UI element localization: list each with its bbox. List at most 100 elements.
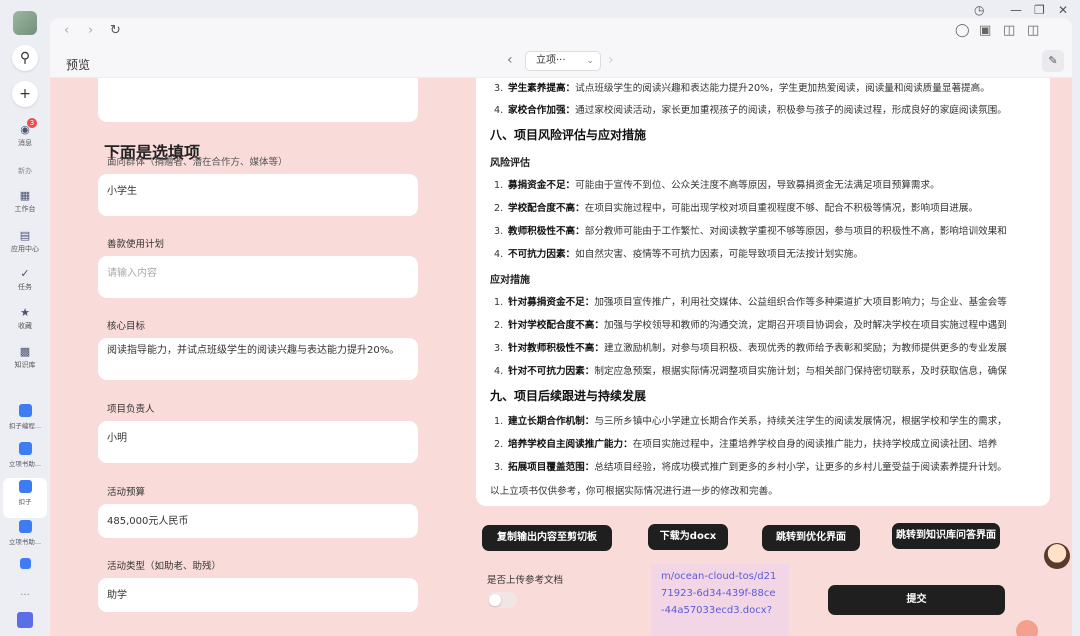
doc-line: 3. 拓展项目覆盖范围：总结项目经验，将成功模式推广到更多的乡村小学，让更多的乡村… <box>494 462 1007 473</box>
submit-button[interactable]: 提交 <box>828 585 1005 615</box>
field-label-type: 活动类型（如助老、助残） <box>107 561 222 572</box>
sidebar-item-workbench[interactable]: ▦ 工作台 <box>0 190 50 214</box>
app-center-icon: ▤ <box>19 229 31 242</box>
history-icon[interactable]: ◷ <box>974 3 984 17</box>
app-sidebar: ⚲ + ◉ 消息 3 新办 ▦ 工作台 ▤ 应用中心 ✓ 任务 ★ 收藏 ▩ 知识库 扣子编… <box>0 0 50 636</box>
prev-page-icon[interactable]: ‹ <box>507 52 513 68</box>
search-icon[interactable]: ⚲ <box>12 45 38 71</box>
restore-icon[interactable]: ❐ <box>1034 3 1045 17</box>
core-goal-input[interactable]: 阅读指导能力，并试点班级学生的阅读兴趣与表达能力提升20%。 <box>98 338 418 380</box>
preview-label: 预览 <box>66 58 91 72</box>
doc-footer: 以上立项书仅供参考，你可根据实际情况进行进一步的修改和完善。 <box>490 486 778 497</box>
message-badge: 3 <box>27 118 37 128</box>
owner-value: 小明 <box>107 433 127 444</box>
page-select[interactable]: 立项··· ⌄ <box>525 51 601 71</box>
page-select-value: 立项··· <box>536 55 566 66</box>
doc-subheading-risk: 风险评估 <box>490 158 530 169</box>
type-value: 助学 <box>107 590 127 601</box>
preview-bar: 预览 ‹ 立项··· ⌄ › ✎ <box>50 46 1072 78</box>
next-page-icon[interactable]: › <box>608 52 614 68</box>
download-docx-button[interactable]: 下载为docx <box>648 524 728 550</box>
edit-icon: ✎ <box>1048 54 1058 67</box>
type-input[interactable]: 助学 <box>98 578 418 612</box>
app-icon <box>18 404 32 417</box>
app-icon <box>18 442 32 455</box>
main-window: ‹ › ↻ ◯ ▣ ◫ ◫ 预览 ‹ 立项··· ⌄ › ✎ 下面是选填项 面向群… <box>50 18 1072 636</box>
back-icon[interactable]: ‹ <box>64 23 69 38</box>
app-icon <box>19 558 31 569</box>
doc-subheading-measures: 应对措施 <box>490 275 530 286</box>
doc-line: 3. 学生素养提高：试点班级学生的阅读兴趣和表达能力提升20%，学生更加热爱阅读，… <box>494 83 990 94</box>
chevron-down-icon: ⌄ <box>586 56 594 66</box>
sidebar-app-5[interactable] <box>0 556 50 572</box>
generated-document: 3. 学生素养提高：试点班级学生的阅读兴趣和表达能力提升20%，学生更加热爱阅读，… <box>476 78 1050 506</box>
window-toolbar: ‹ › ↻ ◯ ▣ ◫ ◫ <box>50 18 1072 46</box>
sidebar-item-knowledge[interactable]: ▩ 知识库 <box>0 346 50 370</box>
owner-input[interactable]: 小明 <box>98 421 418 463</box>
field-label-budget: 活动预算 <box>107 487 146 498</box>
core-goal-value: 阅读指导能力，并试点班级学生的阅读兴趣与表达能力提升20%。 <box>107 345 400 356</box>
goto-optimize-button[interactable]: 跳转到优化界面 <box>762 525 860 551</box>
workbench-icon: ▦ <box>19 189 31 202</box>
goto-knowledge-qa-button[interactable]: 跳转到知识库问答界面 <box>892 523 1000 549</box>
field-label-fund-plan: 善款使用计划 <box>107 239 165 250</box>
doc-heading-9: 九、项目后续跟进与持续发展 <box>490 389 647 403</box>
toggle-knob <box>489 594 501 606</box>
field-label-core-goal: 核心目标 <box>107 321 146 332</box>
forward-icon[interactable]: › <box>88 23 93 38</box>
fund-plan-placeholder: 请输入内容 <box>107 268 157 279</box>
audience-input[interactable]: 小学生 <box>98 174 418 216</box>
edit-button[interactable]: ✎ <box>1042 50 1064 72</box>
upload-reference-toggle[interactable] <box>487 592 517 608</box>
fund-plan-input[interactable]: 请输入内容 <box>98 256 418 298</box>
doc-line: 4. 家校合作加强：通过家校阅读活动，家长更加重视孩子的阅读，积极参与孩子的阅读过… <box>494 105 1007 116</box>
sidebar-app-4[interactable]: 立项书助... <box>0 518 50 558</box>
app-icon <box>18 480 32 493</box>
app-icon <box>17 612 33 628</box>
knowledge-icon: ▩ <box>19 345 31 358</box>
doc-line: 3. 教师积极性不高：部分教师可能由于工作繁忙、对阅读教学重视不够等原因，参与项目… <box>494 226 1007 237</box>
chat-icon[interactable]: ◯ <box>955 23 970 38</box>
doc-line: 1. 针对募捐资金不足：加强项目宣传推广，利用社交媒体、公益组织合作等多种渠道扩大… <box>494 297 1007 308</box>
doc-line: 4. 不可抗力因素：如自然灾害、疫情等不可抗力因素，可能导致项目无法按计划实施。 <box>494 249 863 260</box>
sidebar-item-messages[interactable]: ◉ 消息 <box>0 124 50 148</box>
budget-input[interactable]: 485,000元人民币 <box>98 504 418 538</box>
sidebar-app-3[interactable]: 扣子 <box>3 478 47 518</box>
more-icon[interactable]: ··· <box>0 590 50 601</box>
field-label-audience: 面向群体（捐赠者、潜在合作方、媒体等） <box>107 157 288 168</box>
doc-line: 1. 建立长期合作机制：与三所乡镇中心小学建立长期合作关系，持续关注学生的阅读发展… <box>494 416 1007 427</box>
window-icon[interactable]: ▣ <box>979 23 991 38</box>
sidebar-item-app-center[interactable]: ▤ 应用中心 <box>0 230 50 254</box>
doc-line: 2. 针对学校配合度不高：加强与学校领导和教师的沟通交流，定期召开项目协调会，及时… <box>494 320 1007 331</box>
add-icon[interactable]: + <box>12 81 38 107</box>
tab-icon[interactable]: ◫ <box>1003 23 1015 38</box>
assistant-avatar[interactable] <box>1044 543 1070 569</box>
doc-heading-8: 八、项目风险评估与应对措施 <box>490 128 647 142</box>
budget-value: 485,000元人民币 <box>107 516 189 527</box>
audience-value: 小学生 <box>107 186 137 197</box>
doc-line: 3. 针对教师积极性不高：建立激励机制，对参与项目积极、表现优秀的教师给予表彰和奖… <box>494 343 1007 354</box>
sidebar-app-1[interactable]: 扣子编程... <box>0 402 50 442</box>
uploaded-file-link[interactable]: m/ocean-cloud-tos/d2171923-6d34-439f-88c… <box>651 564 789 636</box>
task-icon: ✓ <box>20 267 30 280</box>
sidebar-item-favorites[interactable]: ★ 收藏 <box>0 307 50 331</box>
sidebar-item-tasks[interactable]: ✓ 任务 <box>0 268 50 292</box>
split-icon[interactable]: ◫ <box>1027 23 1039 38</box>
doc-line: 4. 针对不可抗力因素：制定应急预案，根据实际情况调整项目实施计划；与相关部门保持… <box>494 366 1007 377</box>
top-field-input[interactable] <box>98 78 418 122</box>
copy-output-button[interactable]: 复制输出内容至剪切板 <box>482 525 612 551</box>
content-area: 下面是选填项 面向群体（捐赠者、潜在合作方、媒体等） 小学生 善款使用计划 请输… <box>50 78 1072 636</box>
app-logo[interactable] <box>13 11 37 35</box>
upload-reference-label: 是否上传参考文档 <box>487 575 564 586</box>
minimize-icon[interactable]: — <box>1010 3 1022 17</box>
sidebar-app-active-bottom[interactable] <box>0 610 50 632</box>
refresh-icon[interactable]: ↻ <box>110 23 121 38</box>
user-avatar[interactable] <box>1016 620 1038 636</box>
doc-line: 2. 学校配合度不高：在项目实施过程中，可能出现学校对项目重视程度不够、配合不积极… <box>494 203 979 214</box>
close-icon[interactable]: ✕ <box>1058 3 1068 17</box>
doc-line: 2. 培养学校自主阅读推广能力：在项目实施过程中，注重培养学校自身的阅读推广能力，… <box>494 439 998 450</box>
field-label-owner: 项目负责人 <box>107 404 155 415</box>
star-icon: ★ <box>20 306 30 319</box>
sidebar-app-2[interactable]: 立项书助... <box>0 440 50 480</box>
doc-line: 1. 募捐资金不足：可能由于宣传不到位、公众关注度不高等原因，导致募捐资金无法满足… <box>494 180 940 191</box>
